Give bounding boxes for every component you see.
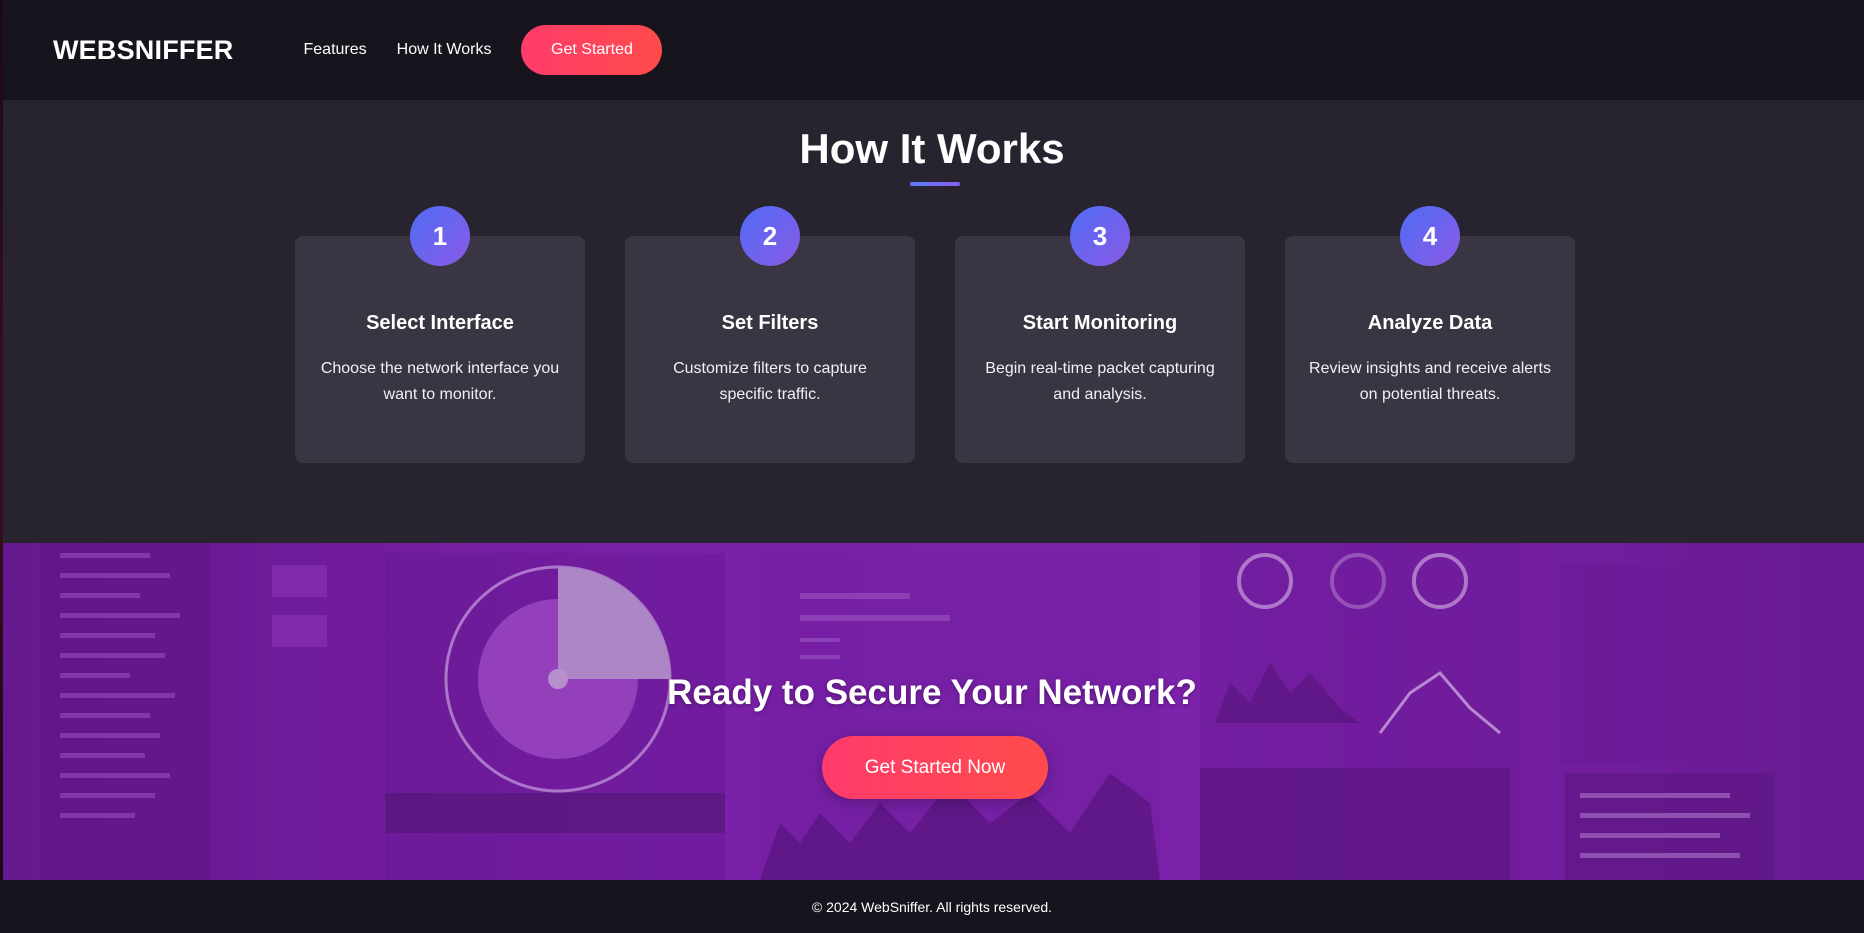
step-title: Start Monitoring xyxy=(1022,312,1178,334)
step-title: Select Interface xyxy=(366,312,514,334)
get-started-now-button[interactable]: Get Started Now xyxy=(822,736,1048,799)
window-edge xyxy=(0,0,3,880)
step-number-badge: 2 xyxy=(740,206,800,266)
step-number-badge: 3 xyxy=(1070,206,1130,266)
get-started-button[interactable]: Get Started xyxy=(521,25,663,75)
nav-link-how-it-works[interactable]: How It Works xyxy=(397,41,492,59)
title-underline xyxy=(910,182,960,186)
step-number-badge: 1 xyxy=(410,206,470,266)
cta-banner: Ready to Secure Your Network? Get Starte… xyxy=(0,543,1864,880)
step-description: Choose the network interface you want to… xyxy=(320,360,560,403)
step-description: Begin real-time packet capturing and ana… xyxy=(985,360,1215,403)
footer: © 2024 WebSniffer. All rights reserved. xyxy=(0,880,1864,933)
step-card-start-monitoring: 3 Start Monitoring Begin real-time packe… xyxy=(955,206,1245,463)
site-logo[interactable]: WEBSNIFFER xyxy=(53,35,234,66)
navbar: WEBSNIFFER Features How It Works Get Sta… xyxy=(0,0,1864,100)
step-card-analyze-data: 4 Analyze Data Review insights and recei… xyxy=(1285,206,1575,463)
nav-links: Features How It Works Get Started xyxy=(304,25,663,75)
copyright-text: © 2024 WebSniffer. All rights reserved. xyxy=(811,898,1053,915)
step-description: Review insights and receive alerts on po… xyxy=(1309,360,1551,403)
section-title: How It Works xyxy=(799,125,1065,172)
cta-title: Ready to Secure Your Network? xyxy=(667,673,1197,712)
nav-link-features[interactable]: Features xyxy=(304,41,367,59)
step-card-select-interface: 1 Select Interface Choose the network in… xyxy=(295,206,585,463)
how-it-works-section: How It Works 1 Select Interface Choose t… xyxy=(0,100,1864,543)
step-title: Set Filters xyxy=(721,312,819,334)
step-number-badge: 4 xyxy=(1400,206,1460,266)
step-card-set-filters: 2 Set Filters Customize filters to captu… xyxy=(625,206,915,463)
step-description: Customize filters to capture specific tr… xyxy=(673,360,867,403)
steps-list: 1 Select Interface Choose the network in… xyxy=(295,206,1575,463)
step-title: Analyze Data xyxy=(1367,312,1493,334)
